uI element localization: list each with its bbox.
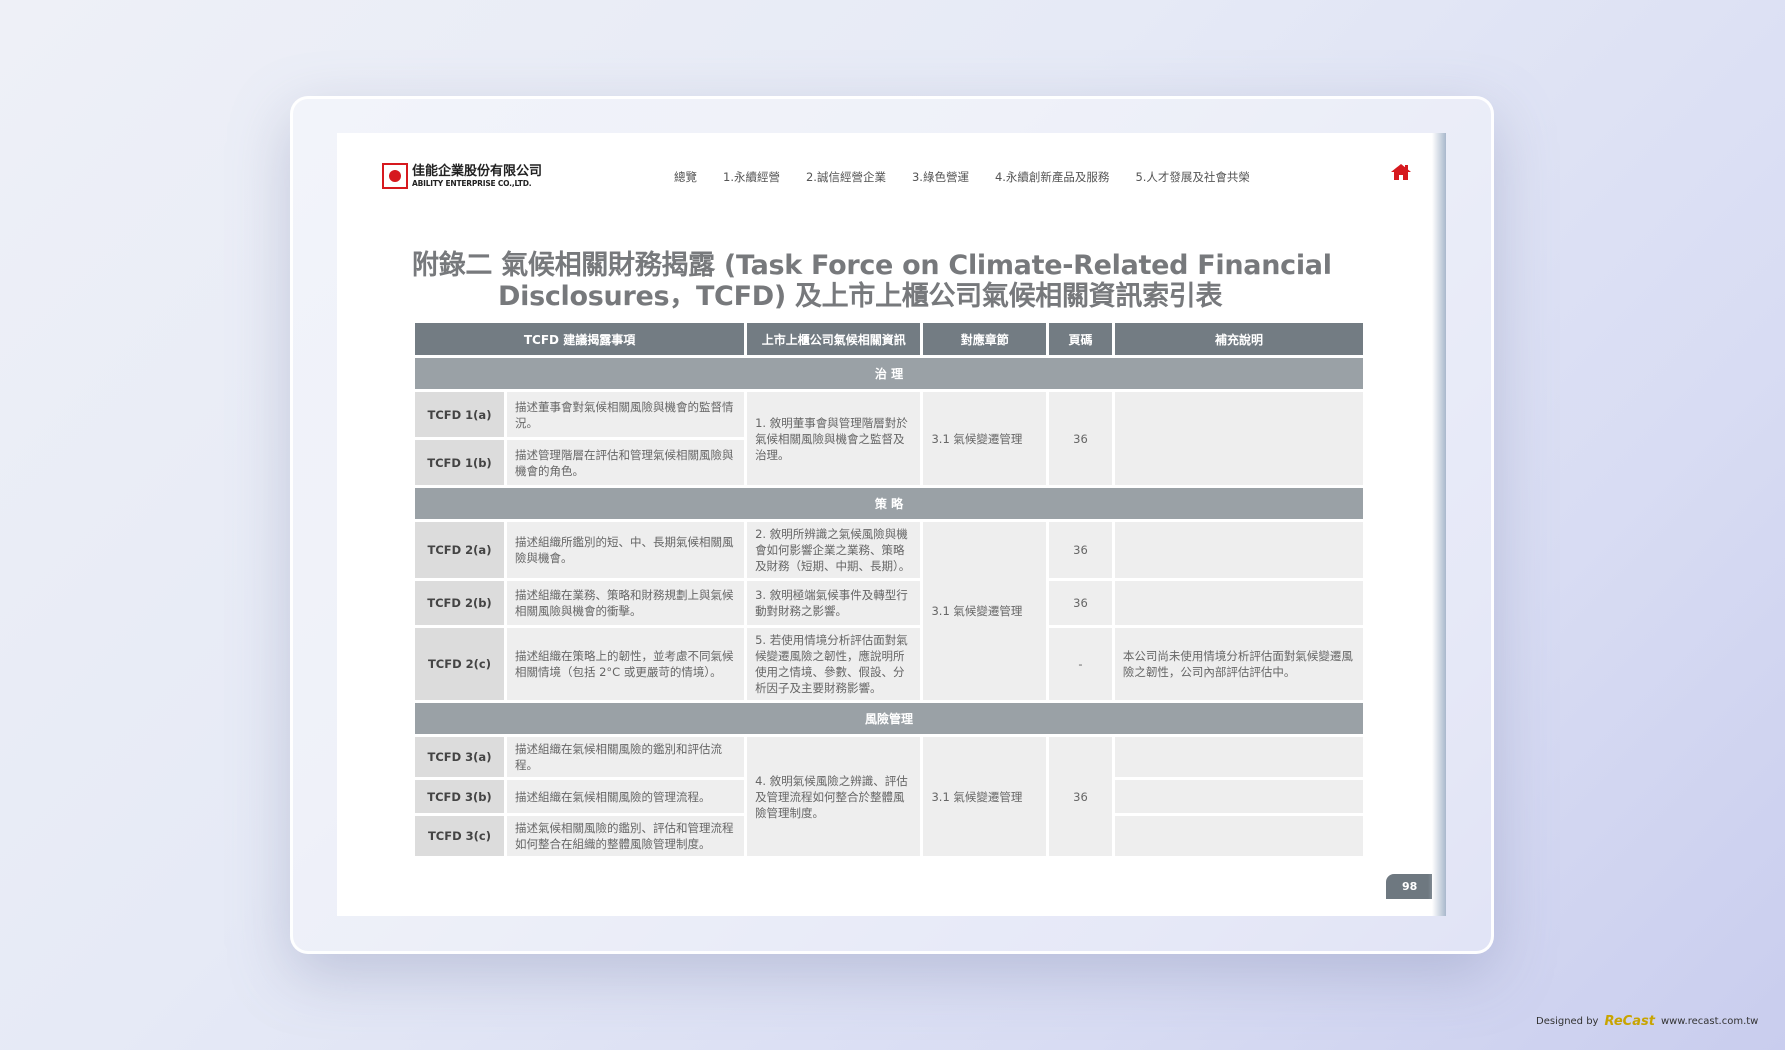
table-header-row: TCFD 建議揭露事項 上市上櫃公司氣候相關資訊 對應章節 頁碼 補充說明 (411, 320, 1367, 358)
nav-item[interactable]: 5.人才發展及社會共榮 (1135, 169, 1249, 185)
logo-cn: 佳能企業股份有限公司 (412, 163, 543, 179)
nav-item[interactable]: 總覽 (674, 169, 697, 185)
nav-item[interactable]: 1.永續經營 (723, 169, 780, 185)
note-cell (1111, 777, 1367, 816)
top-nav: 總覽 1.永續經營 2.誠信經營企業 3.綠色營運 4.永續創新產品及服務 5.… (674, 169, 1276, 185)
nav-item[interactable]: 4.永續創新產品及服務 (995, 169, 1109, 185)
logo-mark-icon (382, 163, 408, 189)
column-header: 上市上櫃公司氣候相關資訊 (744, 320, 924, 358)
note-cell (1111, 813, 1367, 859)
company-logo[interactable]: 佳能企業股份有限公司 ABILITY ENTERPRISE CO.,LTD. (382, 163, 542, 189)
home-icon[interactable] (1390, 163, 1412, 181)
table-row: TCFD 3(a) 描述組織在氣候相關風險的鑑別和評估流程。 4. 敘明氣候風險… (412, 734, 1367, 859)
table-row: TCFD 1(a) 描述董事會對氣候相關風險與機會的監督情況。 1. 敘明董事會… (412, 389, 1367, 488)
table-row: TCFD 2(a) 描述組織所鑑別的短、中、長期氣候相關風險與機會。 2. 敘明… (412, 519, 1367, 703)
table-row: TCFD 2(c) 描述組織在策略上的韌性，並考慮不同氣候相關情境（包括 2°C… (412, 625, 1367, 703)
credit: Designed by ReCast www.recast.com.tw (1536, 1014, 1759, 1029)
credit-url[interactable]: www.recast.com.tw (1661, 1016, 1758, 1027)
page-title: 附錄二 氣候相關財務揭露 (Task Force on Climate-Rela… (412, 250, 1332, 312)
tcfd-index-table: TCFD 建議揭露事項 上市上櫃公司氣候相關資訊 對應章節 頁碼 補充說明 治 … (411, 320, 1367, 859)
nav-item[interactable]: 3.綠色營運 (912, 169, 969, 185)
nav-item[interactable]: 2.誠信經營企業 (806, 169, 886, 185)
note-cell (1111, 734, 1367, 780)
column-header: 頁碼 (1046, 320, 1115, 358)
page-number: 98 (1386, 874, 1446, 899)
column-header: 對應章節 (920, 320, 1050, 358)
section-band: 風險管理 (412, 700, 1366, 737)
section-band: 策 略 (412, 485, 1366, 522)
logo-en: ABILITY ENTERPRISE CO.,LTD. (412, 178, 532, 188)
column-header: TCFD 建議揭露事項 (411, 320, 748, 358)
column-header: 補充說明 (1111, 320, 1367, 358)
table-row: TCFD 2(b) 描述組織在業務、策略和財務規劃上與氣候相關風險與機會的衝擊。… (412, 578, 1367, 628)
recast-logo: ReCast (1604, 1014, 1655, 1029)
document-page: 佳能企業股份有限公司 ABILITY ENTERPRISE CO.,LTD. 總… (337, 133, 1446, 916)
section-band: 治 理 (412, 355, 1366, 392)
